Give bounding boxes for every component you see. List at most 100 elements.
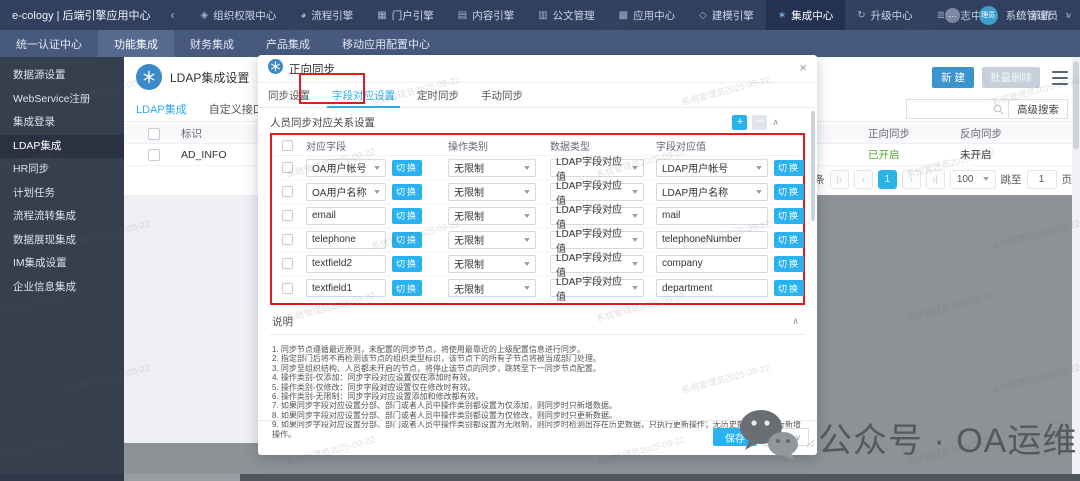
row-checkbox[interactable] — [276, 234, 306, 245]
batch-delete-button[interactable]: 批量删除 — [982, 67, 1040, 88]
sidebar-item[interactable]: WebService注册 — [0, 88, 124, 112]
more-options-icon[interactable]: … — [945, 8, 960, 23]
dialog-tab[interactable]: 同步设置 — [268, 83, 310, 108]
switch-button[interactable]: 切换 — [774, 160, 804, 176]
topnav-item[interactable]: ▩ 应用中心 — [607, 0, 687, 30]
collapse-left-icon[interactable]: ‹ — [171, 8, 175, 22]
page-scrollbar[interactable] — [1072, 57, 1080, 474]
chevron-down-icon[interactable]: ∨ — [1066, 11, 1072, 20]
search-input[interactable] — [906, 99, 1008, 119]
sidebar-item[interactable]: LDAP集成 — [0, 135, 124, 159]
switch-button[interactable]: 切换 — [774, 256, 804, 272]
datatype-select[interactable]: LDAP字段对应值 — [550, 255, 644, 273]
sidebar-item[interactable]: 企业信息集成 — [0, 276, 124, 300]
sidebar-item[interactable]: HR同步 — [0, 158, 124, 182]
field-value-select[interactable]: mail — [656, 207, 768, 225]
row-checkbox[interactable] — [276, 283, 306, 294]
sidebar-item[interactable]: 计划任务 — [0, 182, 124, 206]
datatype-select[interactable]: LDAP字段对应值 — [550, 231, 644, 249]
field-value-select[interactable]: department — [656, 279, 768, 297]
select-all-checkbox[interactable] — [276, 140, 306, 151]
field-value-select[interactable]: LDAP用户名称 — [656, 183, 768, 201]
operation-select[interactable]: 无限制 — [448, 183, 536, 201]
select-all-checkbox[interactable] — [148, 124, 160, 143]
sidebar-item[interactable]: 流程流转集成 — [0, 205, 124, 229]
field-value-select[interactable]: LDAP用户帐号 — [656, 159, 768, 177]
topnav-item[interactable]: ∗ 集成中心 — [766, 0, 845, 30]
topnav-item[interactable]: ▤ 内容引擎 — [446, 0, 526, 30]
field-select[interactable]: email — [306, 207, 386, 225]
current-page-button[interactable]: 1 — [878, 170, 897, 189]
dialog-tab[interactable]: 字段对应设置 — [332, 83, 395, 108]
subnav-item[interactable]: 移动应用配置中心 — [326, 30, 446, 57]
next-page-button[interactable]: › — [902, 170, 921, 189]
last-page-button[interactable]: ›| — [926, 170, 945, 189]
close-icon[interactable]: × — [799, 60, 807, 75]
row-checkbox[interactable] — [148, 144, 160, 165]
row-checkbox[interactable] — [276, 186, 306, 197]
datatype-select[interactable]: LDAP字段对应值 — [550, 159, 644, 177]
first-page-button[interactable]: |‹ — [830, 170, 849, 189]
operation-select[interactable]: 无限制 — [448, 231, 536, 249]
advanced-search-button[interactable]: 高级搜索 — [1008, 99, 1068, 119]
field-select[interactable]: textfield1 — [306, 279, 386, 297]
datatype-select[interactable]: LDAP字段对应值 — [550, 183, 644, 201]
switch-button[interactable]: 切换 — [392, 232, 422, 248]
operation-select[interactable]: 无限制 — [448, 159, 536, 177]
row-checkbox[interactable] — [276, 162, 306, 173]
dialog-tab[interactable]: 定时同步 — [417, 83, 459, 108]
add-row-button[interactable]: + — [732, 115, 747, 130]
subnav-item[interactable]: 财务集成 — [174, 30, 250, 57]
datatype-select[interactable]: LDAP字段对应值 — [550, 207, 644, 225]
topnav-item[interactable]: ▦ 门户引擎 — [365, 0, 445, 30]
operation-select[interactable]: 无限制 — [448, 207, 536, 225]
subnav-item[interactable]: 功能集成 — [98, 30, 174, 57]
switch-button[interactable]: 切换 — [392, 160, 422, 176]
jump-page-input[interactable] — [1027, 170, 1057, 189]
topnav-item[interactable]: ◈ 组织权限中心 — [189, 0, 289, 30]
dialog-scrollbar[interactable] — [811, 111, 815, 221]
switch-button[interactable]: 切换 — [392, 208, 422, 224]
resize-handle-icon[interactable] — [806, 435, 815, 453]
list-view-icon[interactable] — [1052, 71, 1068, 85]
switch-button[interactable]: 切换 — [392, 280, 422, 296]
operation-select[interactable]: 无限制 — [448, 279, 536, 297]
remove-row-button[interactable]: − — [752, 115, 767, 130]
field-select[interactable]: OA用户帐号 — [306, 159, 386, 177]
subnav-item[interactable]: 产品集成 — [250, 30, 326, 57]
switch-button[interactable]: 切换 — [774, 208, 804, 224]
dialog-tab[interactable]: 手动同步 — [481, 83, 523, 108]
field-value-select[interactable]: telephoneNumber — [656, 231, 768, 249]
create-button[interactable]: 新 建 — [932, 67, 974, 88]
avatar[interactable]: 理员 — [979, 6, 998, 25]
subnav-item[interactable]: 统一认证中心 — [0, 30, 98, 57]
sidebar-item[interactable]: 数据展现集成 — [0, 229, 124, 253]
field-select[interactable]: OA用户名称 — [306, 183, 386, 201]
operation-select[interactable]: 无限制 — [448, 255, 536, 273]
sidebar-item[interactable]: IM集成设置 — [0, 252, 124, 276]
collapse-up-icon[interactable]: ∧ — [792, 316, 799, 327]
switch-button[interactable]: 切换 — [392, 256, 422, 272]
switch-button[interactable]: 切换 — [774, 280, 804, 296]
sidebar-item[interactable]: 数据源设置 — [0, 64, 124, 88]
user-name[interactable]: 系统管理员 — [1006, 8, 1059, 23]
topnav-item[interactable]: ↻ 升级中心 — [845, 0, 924, 30]
main-tab[interactable]: 自定义接口 — [209, 101, 264, 121]
sidebar-item[interactable]: 集成登录 — [0, 111, 124, 135]
topnav-item[interactable]: ◕ 流程引擎 — [288, 0, 365, 30]
field-value-select[interactable]: company — [656, 255, 768, 273]
page-size-select[interactable]: 100 — [950, 170, 996, 189]
row-checkbox[interactable] — [276, 210, 306, 221]
field-select[interactable]: telephone — [306, 231, 386, 249]
row-checkbox[interactable] — [276, 258, 306, 269]
prev-page-button[interactable]: ‹ — [854, 170, 873, 189]
main-tab[interactable]: LDAP集成 — [136, 101, 187, 121]
switch-button[interactable]: 切换 — [392, 184, 422, 200]
switch-button[interactable]: 切换 — [774, 184, 804, 200]
topnav-item[interactable]: ◇ 建模引擎 — [687, 0, 766, 30]
switch-button[interactable]: 切换 — [774, 232, 804, 248]
collapse-up-icon[interactable]: ∧ — [772, 117, 779, 128]
datatype-select[interactable]: LDAP字段对应值 — [550, 279, 644, 297]
topnav-item[interactable]: ▥ 公文管理 — [526, 0, 606, 30]
field-select[interactable]: textfield2 — [306, 255, 386, 273]
